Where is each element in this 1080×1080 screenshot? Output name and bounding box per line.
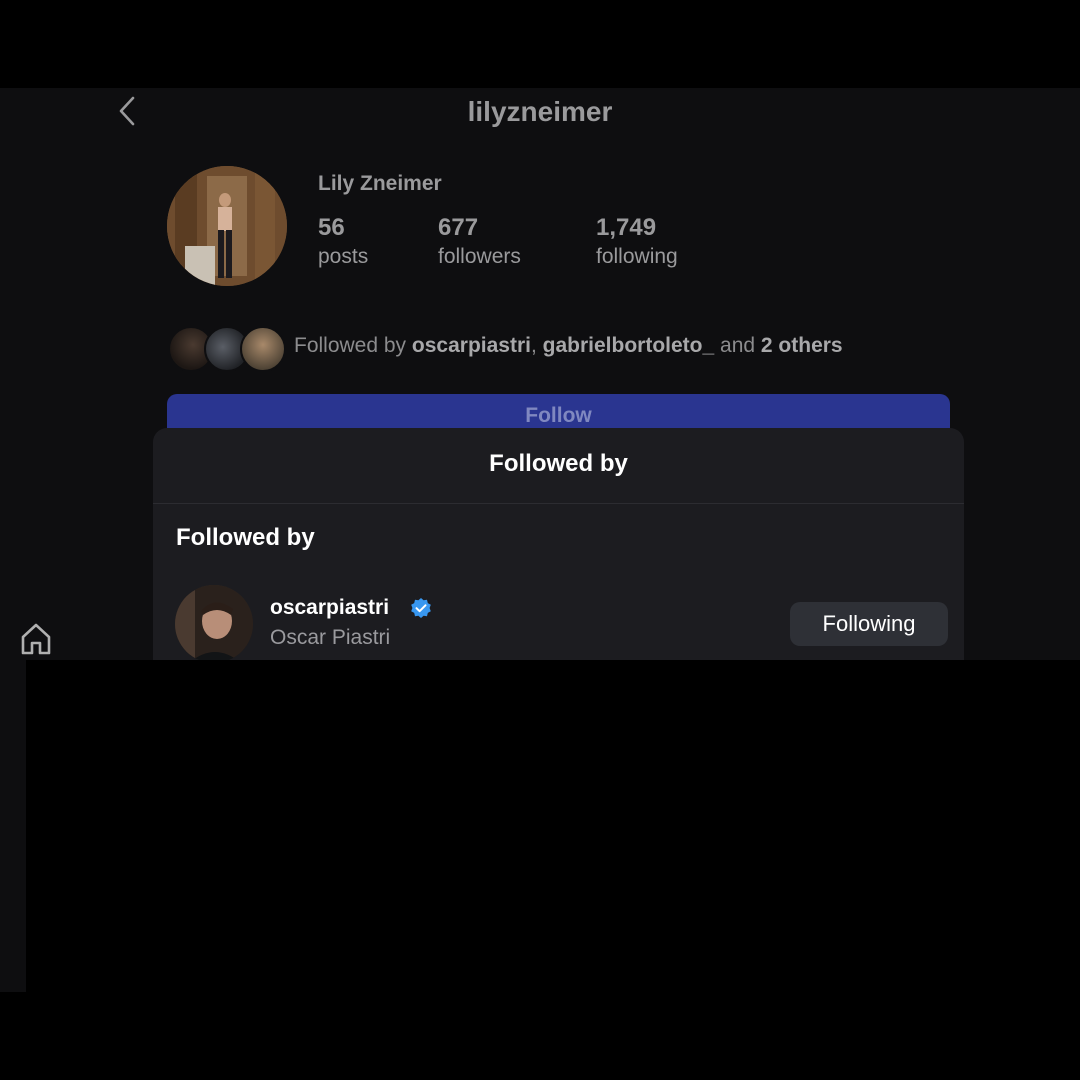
sheet-divider <box>153 503 964 504</box>
mutual-followers-avatars[interactable] <box>168 326 286 372</box>
posts-count: 56 <box>318 214 345 241</box>
mutual-prefix: Followed by <box>294 334 407 357</box>
app-stage: lilyzneimer Lily Zneimer 56 posts 677 fo… <box>0 0 1080 1080</box>
profile-avatar[interactable] <box>167 166 287 286</box>
profile-username-title: lilyzneimer <box>467 96 613 127</box>
posts-label: posts <box>318 245 369 268</box>
following-count: 1,749 <box>596 214 657 241</box>
mutual-user-1: oscarpiastri <box>411 334 531 357</box>
followed-by-sheet: Followed by Followed by oscarpiastri Osc… <box>153 428 964 668</box>
mutual-others: 2 others <box>760 334 843 357</box>
sheet-title: Followed by <box>489 450 628 477</box>
stat-posts[interactable]: 56 posts <box>318 213 368 271</box>
avatar-photo <box>167 166 287 286</box>
user-list-item[interactable]: oscarpiastri Oscar Piastri Following <box>153 580 964 663</box>
following-label: following <box>596 245 678 268</box>
followers-count: 677 <box>438 214 479 241</box>
stat-followers[interactable]: 677 followers <box>438 213 521 271</box>
mutual-separator: , <box>530 334 537 357</box>
user-username[interactable]: oscarpiastri <box>270 596 389 620</box>
home-icon[interactable] <box>18 620 54 658</box>
mutual-middle: and <box>720 334 756 357</box>
stat-following[interactable]: 1,749 following <box>596 213 678 271</box>
verified-badge-icon <box>411 598 431 618</box>
profile-display-name: Lily Zneimer <box>318 172 442 195</box>
letterbox-bottom <box>0 992 1080 1080</box>
mutual-avatar <box>240 326 286 372</box>
user-full-name: Oscar Piastri <box>270 626 391 649</box>
user-avatar[interactable] <box>175 585 253 663</box>
following-button[interactable]: Following <box>790 602 948 646</box>
section-heading: Followed by <box>176 524 315 551</box>
followers-label: followers <box>438 245 521 268</box>
mutual-user-2: gabrielbortoleto_ <box>542 334 715 357</box>
user-avatar-photo <box>175 585 253 663</box>
mutual-followers-text[interactable]: Followed by oscarpiastri, gabrielbortole… <box>294 334 843 358</box>
